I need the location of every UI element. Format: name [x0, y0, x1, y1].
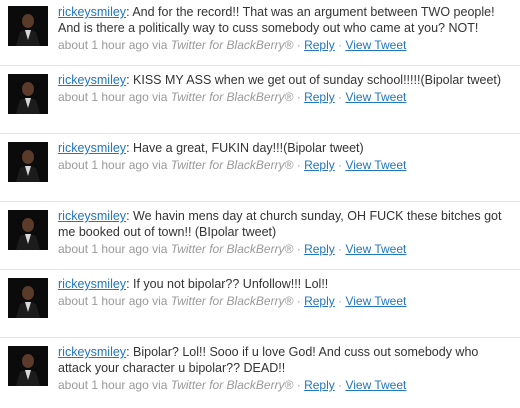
separator: ·: [334, 294, 346, 308]
view-tweet-link[interactable]: View Tweet: [345, 38, 406, 52]
tweet-source: Twitter for BlackBerry®: [170, 242, 294, 256]
tweet-meta: about 1 hour ago via Twitter for BlackBe…: [58, 293, 514, 309]
avatar[interactable]: [8, 346, 48, 386]
timestamp: about 1 hour ago: [58, 242, 149, 256]
avatar[interactable]: [8, 142, 48, 182]
username-link[interactable]: rickeysmiley: [58, 345, 126, 359]
tweet-text-block: rickeysmiley: And for the record!! That …: [58, 4, 514, 36]
view-tweet-link[interactable]: View Tweet: [345, 158, 406, 172]
avatar[interactable]: [8, 74, 48, 114]
avatar-photo-icon: [8, 6, 48, 46]
username-link[interactable]: rickeysmiley: [58, 209, 126, 223]
avatar[interactable]: [8, 210, 48, 250]
reply-link[interactable]: Reply: [304, 158, 335, 172]
username-link[interactable]: rickeysmiley: [58, 277, 126, 291]
avatar[interactable]: [8, 278, 48, 318]
separator: ·: [334, 242, 346, 256]
separator: ·: [293, 90, 305, 104]
avatar-photo-icon: [8, 346, 48, 386]
via-label: via: [148, 90, 171, 104]
tweet-text-block: rickeysmiley: If you not bipolar?? Unfol…: [58, 276, 514, 292]
tweet-text: : If you not bipolar?? Unfollow!!! Lol!!: [126, 277, 329, 291]
separator: ·: [334, 378, 346, 392]
username-link[interactable]: rickeysmiley: [58, 141, 126, 155]
tweet-source: Twitter for BlackBerry®: [170, 90, 294, 104]
view-tweet-link[interactable]: View Tweet: [345, 90, 406, 104]
tweet-body: rickeysmiley: If you not bipolar?? Unfol…: [58, 276, 514, 309]
tweet-item: rickeysmiley: We havin mens day at churc…: [0, 204, 520, 270]
tweet-text-block: rickeysmiley: We havin mens day at churc…: [58, 208, 514, 240]
tweet-source: Twitter for BlackBerry®: [170, 158, 294, 172]
divider: [0, 269, 520, 270]
tweet-text-block: rickeysmiley: Have a great, FUKIN day!!!…: [58, 140, 514, 156]
divider: [0, 65, 520, 66]
tweet-meta: about 1 hour ago via Twitter for BlackBe…: [58, 241, 514, 257]
reply-link[interactable]: Reply: [304, 294, 335, 308]
separator: ·: [293, 38, 305, 52]
view-tweet-link[interactable]: View Tweet: [345, 378, 406, 392]
via-label: via: [148, 294, 171, 308]
tweet-body: rickeysmiley: Have a great, FUKIN day!!!…: [58, 140, 514, 173]
timestamp: about 1 hour ago: [58, 158, 149, 172]
tweet-item: rickeysmiley: And for the record!! That …: [0, 0, 520, 66]
via-label: via: [148, 242, 171, 256]
timestamp: about 1 hour ago: [58, 90, 149, 104]
tweet-meta: about 1 hour ago via Twitter for BlackBe…: [58, 89, 514, 105]
tweet-meta: about 1 hour ago via Twitter for BlackBe…: [58, 377, 514, 393]
separator: ·: [334, 38, 346, 52]
tweet-meta: about 1 hour ago via Twitter for BlackBe…: [58, 157, 514, 173]
avatar-photo-icon: [8, 210, 48, 250]
view-tweet-link[interactable]: View Tweet: [345, 242, 406, 256]
tweet-text-block: rickeysmiley: KISS MY ASS when we get ou…: [58, 72, 514, 88]
tweet-body: rickeysmiley: We havin mens day at churc…: [58, 208, 514, 257]
tweet-body: rickeysmiley: KISS MY ASS when we get ou…: [58, 72, 514, 105]
reply-link[interactable]: Reply: [304, 242, 335, 256]
reply-link[interactable]: Reply: [304, 38, 335, 52]
via-label: via: [148, 378, 171, 392]
tweet-body: rickeysmiley: Bipolar? Lol!! Sooo if u l…: [58, 344, 514, 393]
separator: ·: [334, 158, 346, 172]
tweet-item: rickeysmiley: KISS MY ASS when we get ou…: [0, 68, 520, 134]
via-label: via: [148, 158, 171, 172]
timestamp: about 1 hour ago: [58, 378, 149, 392]
avatar-photo-icon: [8, 142, 48, 182]
divider: [0, 337, 520, 338]
view-tweet-link[interactable]: View Tweet: [345, 294, 406, 308]
timestamp: about 1 hour ago: [58, 294, 149, 308]
tweet-text: : KISS MY ASS when we get out of sunday …: [126, 73, 502, 87]
tweet-item: rickeysmiley: If you not bipolar?? Unfol…: [0, 272, 520, 338]
divider: [0, 201, 520, 202]
tweet-source: Twitter for BlackBerry®: [170, 38, 294, 52]
tweet-feed: rickeysmiley: And for the record!! That …: [0, 0, 520, 408]
username-link[interactable]: rickeysmiley: [58, 73, 126, 87]
tweet-text: : Have a great, FUKIN day!!!(Bipolar twe…: [126, 141, 364, 155]
separator: ·: [293, 242, 305, 256]
divider: [0, 133, 520, 134]
separator: ·: [334, 90, 346, 104]
tweet-text-block: rickeysmiley: Bipolar? Lol!! Sooo if u l…: [58, 344, 514, 376]
separator: ·: [293, 294, 305, 308]
avatar-photo-icon: [8, 74, 48, 114]
tweet-item: rickeysmiley: Have a great, FUKIN day!!!…: [0, 136, 520, 202]
avatar[interactable]: [8, 6, 48, 46]
tweet-meta: about 1 hour ago via Twitter for BlackBe…: [58, 37, 514, 53]
avatar-photo-icon: [8, 278, 48, 318]
tweet-body: rickeysmiley: And for the record!! That …: [58, 4, 514, 53]
timestamp: about 1 hour ago: [58, 38, 149, 52]
separator: ·: [293, 158, 305, 172]
tweet-source: Twitter for BlackBerry®: [170, 294, 294, 308]
reply-link[interactable]: Reply: [304, 378, 335, 392]
via-label: via: [148, 38, 171, 52]
tweet-item: rickeysmiley: Bipolar? Lol!! Sooo if u l…: [0, 340, 520, 406]
tweet-source: Twitter for BlackBerry®: [170, 378, 294, 392]
separator: ·: [293, 378, 305, 392]
username-link[interactable]: rickeysmiley: [58, 5, 126, 19]
reply-link[interactable]: Reply: [304, 90, 335, 104]
